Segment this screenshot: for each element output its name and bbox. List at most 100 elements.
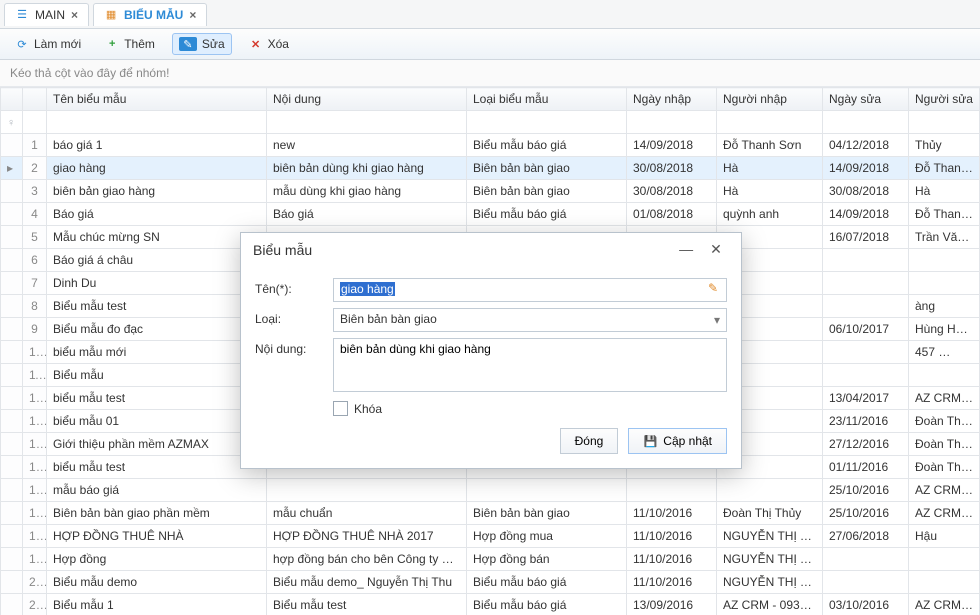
cell-ten: Giới thiệu phần mềm AZMAX <box>47 433 267 456</box>
close-icon[interactable]: × <box>71 8 78 22</box>
row-number: 8 <box>23 295 47 318</box>
cell-ngaysua <box>823 272 909 295</box>
cell-ngaysua: 06/10/2017 <box>823 318 909 341</box>
cell-loai: Biên bản bàn giao <box>467 180 627 203</box>
cell-nguoisua: AZ CRM - 0934 457… <box>909 594 980 615</box>
tab-main[interactable]: ☰ MAIN × <box>4 3 89 26</box>
filter-cell[interactable] <box>627 111 717 134</box>
close-icon[interactable]: ✕ <box>703 241 729 258</box>
table-row[interactable]: 17Biên bản bàn giao phần mềmmẫu chuẩnBiê… <box>1 502 980 525</box>
filter-cell[interactable] <box>467 111 627 134</box>
col-nguoisua[interactable]: Người sửa <box>909 88 980 111</box>
table-row[interactable]: 16mẫu báo giá25/10/2016AZ CRM - 0934 457… <box>1 479 980 502</box>
cell-ngaysua <box>823 295 909 318</box>
pencil-icon: ✎ <box>179 37 197 51</box>
close-icon[interactable]: × <box>189 8 196 22</box>
cell-nguoisua: Trần Văn Tuấn <box>909 226 980 249</box>
row-handle <box>1 410 23 433</box>
cell-nguoisua: Đỗ Thanh Sơn <box>909 157 980 180</box>
cell-nguoisua: Đoàn Thị Thủy <box>909 433 980 456</box>
filter-cell[interactable] <box>23 111 47 134</box>
cell-ngaysua: 01/11/2016 <box>823 456 909 479</box>
table-row[interactable]: 4Báo giáBáo giáBiểu mẫu báo giá01/08/201… <box>1 203 980 226</box>
col-ten[interactable]: Tên biểu mẫu <box>47 88 267 111</box>
cell-ngaynhap: 13/09/2016 <box>627 594 717 615</box>
cell-loai: Hợp đồng bán <box>467 548 627 571</box>
list-icon: ☰ <box>15 8 29 22</box>
khoa-label: Khóa <box>354 402 382 416</box>
table-row[interactable]: ▸2giao hàngbiên bản dùng khi giao hàngBi… <box>1 157 980 180</box>
row-number: 10 <box>23 341 47 364</box>
edit-pencil-icon[interactable]: ✎ <box>706 281 720 295</box>
table-row[interactable]: 3biên bản giao hàngmẫu dùng khi giao hàn… <box>1 180 980 203</box>
noidung-textarea[interactable] <box>333 338 727 392</box>
table-row[interactable]: 20Biểu mẫu demoBiểu mẫu demo_ Nguyễn Thị… <box>1 571 980 594</box>
row-number: 9 <box>23 318 47 341</box>
cell-nguoisua: AZ CRM - 0934 457… <box>909 387 980 410</box>
edit-button[interactable]: ✎Sửa <box>172 33 232 55</box>
row-handle <box>1 548 23 571</box>
row-number: 20 <box>23 571 47 594</box>
plus-icon: + <box>105 37 119 51</box>
cell-ngaysua: 30/08/2018 <box>823 180 909 203</box>
table-row[interactable]: 1báo giá 1newBiểu mẫu báo giá14/09/2018Đ… <box>1 134 980 157</box>
cell-ngaysua: 14/09/2018 <box>823 157 909 180</box>
row-number: 12 <box>23 387 47 410</box>
cell-ten: biểu mẫu test <box>47 456 267 479</box>
row-number: 17 <box>23 502 47 525</box>
cell-loai: Biểu mẫu báo giá <box>467 571 627 594</box>
cell-nguoisua: Đoàn Thị Thủy <box>909 410 980 433</box>
cell-ngaynhap: 11/10/2016 <box>627 548 717 571</box>
cell-loai: Biểu mẫu báo giá <box>467 203 627 226</box>
cell-ten: Báo giá <box>47 203 267 226</box>
table-row[interactable]: 19Hợp đồnghợp đồng bán cho bên Công ty …… <box>1 548 980 571</box>
cell-ngaysua: 13/04/2017 <box>823 387 909 410</box>
update-button[interactable]: 💾Cập nhật <box>628 428 727 454</box>
cell-noidung: mẫu chuẩn <box>267 502 467 525</box>
row-number: 14 <box>23 433 47 456</box>
cell-ten: Biểu mẫu 1 <box>47 594 267 615</box>
khoa-checkbox[interactable] <box>333 401 348 416</box>
tab-bieu-mau[interactable]: ▦ BIỂU MẪU × <box>93 3 207 26</box>
add-button[interactable]: +Thêm <box>98 33 162 55</box>
cell-nguoisua <box>909 249 980 272</box>
col-loai[interactable]: Loại biểu mẫu <box>467 88 627 111</box>
cell-ngaysua <box>823 249 909 272</box>
delete-button[interactable]: ✕Xóa <box>242 33 296 55</box>
row-handle <box>1 502 23 525</box>
row-handle <box>1 433 23 456</box>
cell-ngaysua <box>823 548 909 571</box>
filter-cell[interactable] <box>909 111 980 134</box>
dialog-titlebar[interactable]: Biểu mẫu — ✕ <box>241 233 741 266</box>
close-button[interactable]: Đóng <box>560 428 619 454</box>
row-number: 6 <box>23 249 47 272</box>
cell-nguoinhap: NGUYỄN THỊ THU <box>717 525 823 548</box>
cell-ngaynhap: 30/08/2018 <box>627 180 717 203</box>
col-ngaynhap[interactable]: Ngày nhập <box>627 88 717 111</box>
filter-cell[interactable] <box>47 111 267 134</box>
cell-nguoisua: àng <box>909 295 980 318</box>
minimize-icon[interactable]: — <box>673 241 699 257</box>
col-rownum[interactable] <box>23 88 47 111</box>
dialog-title: Biểu mẫu <box>253 242 312 258</box>
table-row[interactable]: 21Biểu mẫu 1Biểu mẫu testBiểu mẫu báo gi… <box>1 594 980 615</box>
edit-dialog: Biểu mẫu — ✕ Tên(*): giao hàng✎ Loại: Bi… <box>240 232 742 469</box>
col-noidung[interactable]: Nội dung <box>267 88 467 111</box>
loai-select[interactable]: Biên bản bàn giao▾ <box>333 308 727 332</box>
cell-ngaynhap: 01/08/2018 <box>627 203 717 226</box>
filter-cell[interactable] <box>717 111 823 134</box>
filter-cell[interactable] <box>267 111 467 134</box>
table-row[interactable]: 18HỢP ĐỒNG THUÊ NHÀHỢP ĐỒNG THUÊ NHÀ 201… <box>1 525 980 548</box>
cell-ngaysua: 14/09/2018 <box>823 203 909 226</box>
filter-cell[interactable] <box>823 111 909 134</box>
cell-ngaysua: 25/10/2016 <box>823 502 909 525</box>
col-ngaysua[interactable]: Ngày sửa <box>823 88 909 111</box>
refresh-button[interactable]: ⟳Làm mới <box>8 33 88 55</box>
cell-ngaysua <box>823 341 909 364</box>
col-nguoinhap[interactable]: Người nhập <box>717 88 823 111</box>
ten-input[interactable]: giao hàng✎ <box>333 278 727 302</box>
group-hint[interactable]: Kéo thả cột vào đây để nhóm! <box>0 60 980 87</box>
cell-nguoinhap: Đỗ Thanh Sơn <box>717 134 823 157</box>
cell-ngaynhap: 11/10/2016 <box>627 502 717 525</box>
cell-noidung: Báo giá <box>267 203 467 226</box>
